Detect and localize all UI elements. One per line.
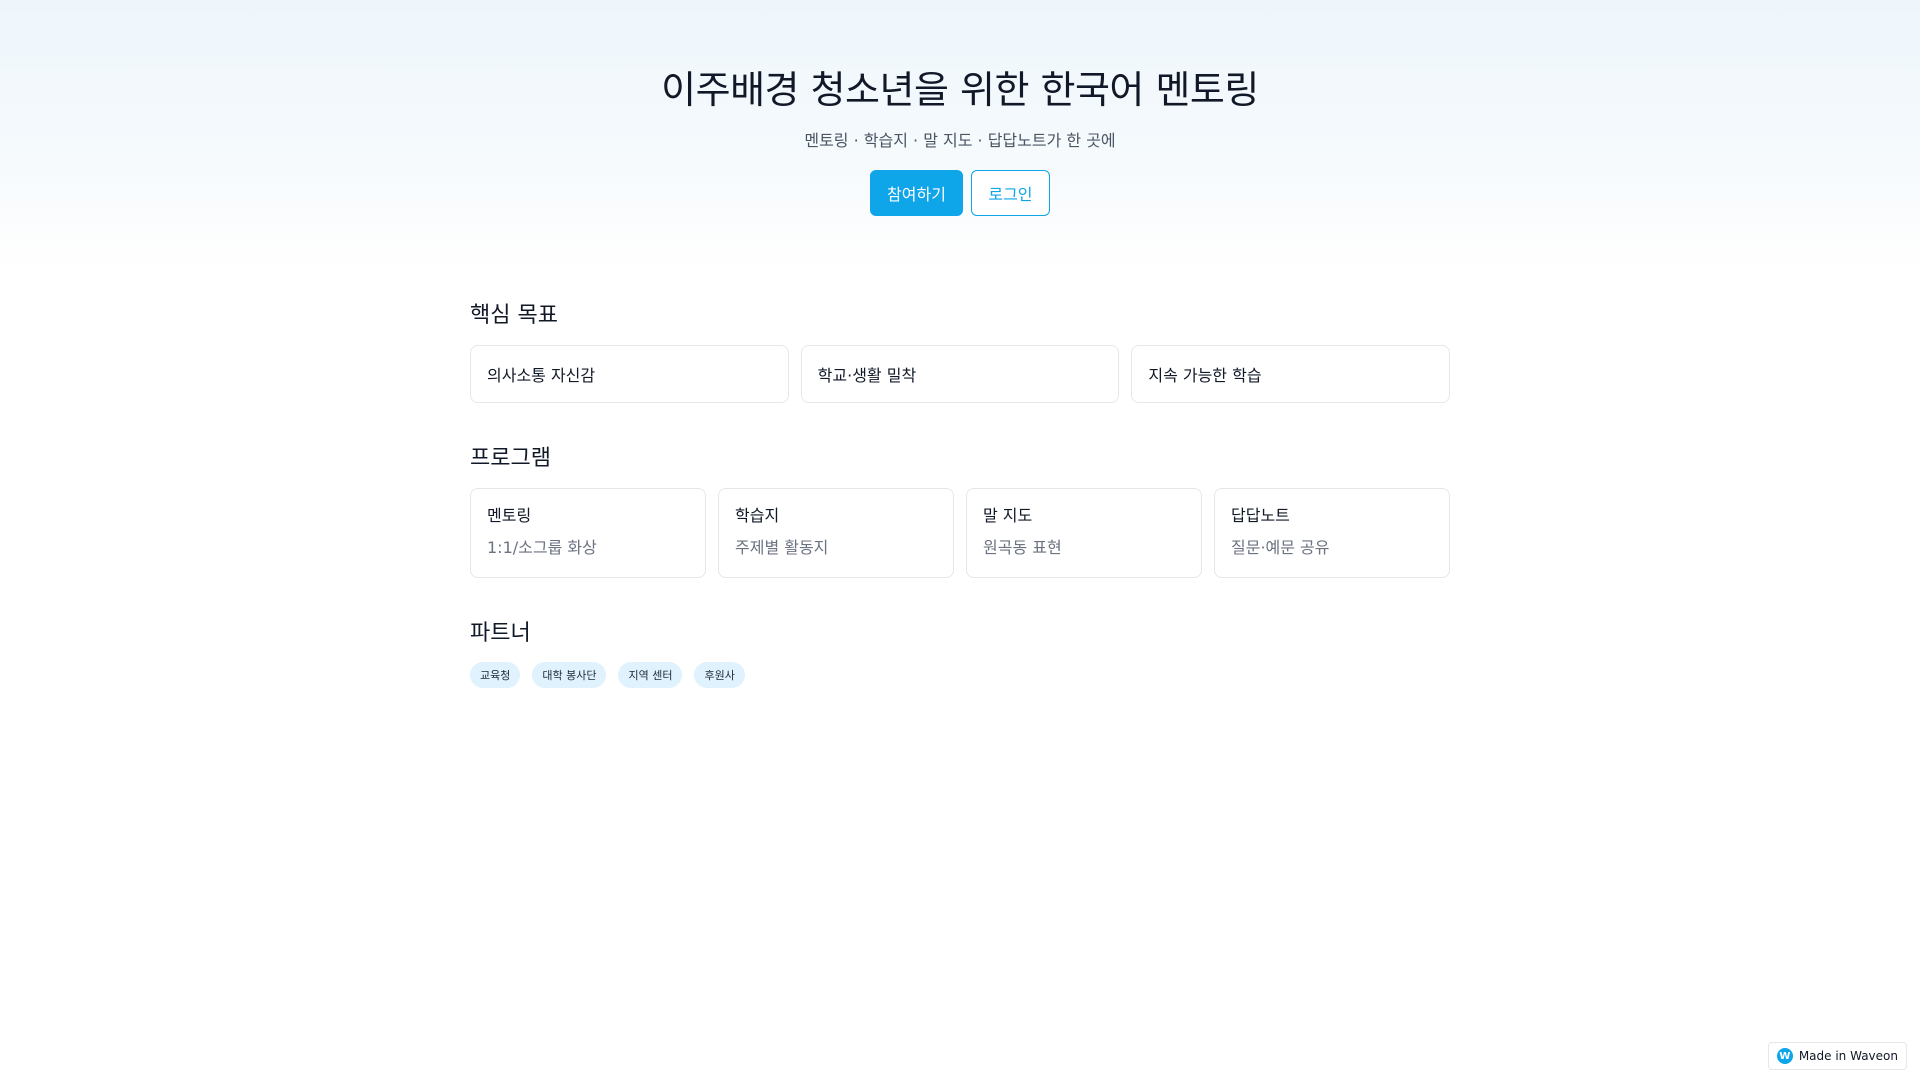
program-card-worksheet[interactable]: 학습지 주제별 활동지: [718, 488, 954, 578]
programs-section: 프로그램 멘토링 1:1/소그룹 화상 학습지 주제별 활동지 말 지도 원곡동…: [470, 443, 1450, 578]
program-card-speech-map[interactable]: 말 지도 원곡동 표현: [966, 488, 1202, 578]
program-desc: 원곡동 표현: [983, 538, 1062, 557]
goal-card: 의사소통 자신감: [470, 345, 789, 403]
program-desc: 주제별 활동지: [735, 538, 829, 557]
page-title: 이주배경 청소년을 위한 한국어 멘토링: [661, 68, 1259, 112]
program-desc: 질문·예문 공유: [1231, 538, 1330, 557]
partners-title: 파트너: [470, 621, 531, 646]
program-card-question-note[interactable]: 답답노트 질문·예문 공유: [1214, 488, 1450, 578]
hero-section: 이주배경 청소년을 위한 한국어 멘토링 멘토링 · 학습지 · 말 지도 · …: [0, 0, 1920, 270]
program-name: 학습지: [735, 506, 780, 525]
goal-card: 학교·생활 밀착: [800, 345, 1120, 403]
goals-title: 핵심 목표: [470, 303, 558, 328]
goals-section: 핵심 목표 의사소통 자신감 학교·생활 밀착 지속 가능한 학습: [470, 300, 1451, 403]
partner-chip: 후원사: [694, 662, 745, 688]
login-button[interactable]: 로그인: [970, 170, 1050, 216]
main-content: 핵심 목표 의사소통 자신감 학교·생활 밀착 지속 가능한 학습 프로그램 멘…: [470, 300, 1451, 688]
page-subtitle: 멘토링 · 학습지 · 말 지도 · 답답노트가 한 곳에: [804, 131, 1116, 150]
made-in-waveon-badge[interactable]: W Made in Waveon: [1767, 1042, 1907, 1070]
goal-card: 지속 가능한 학습: [1131, 345, 1451, 403]
partner-chip: 지역 센터: [618, 662, 683, 688]
goals-list: 의사소통 자신감 학교·생활 밀착 지속 가능한 학습: [470, 345, 1451, 403]
program-name: 말 지도: [983, 506, 1033, 525]
hero-actions: 참여하기 로그인: [870, 170, 1050, 216]
program-name: 멘토링: [487, 506, 532, 525]
program-card-mentoring[interactable]: 멘토링 1:1/소그룹 화상: [470, 488, 706, 578]
partners-list: 교육청 대학 봉사단 지역 센터 후원사: [470, 662, 1450, 688]
waveon-logo-icon: W: [1776, 1048, 1793, 1064]
partner-chip: 대학 봉사단: [532, 662, 607, 688]
program-name: 답답노트: [1231, 506, 1290, 525]
programs-list: 멘토링 1:1/소그룹 화상 학습지 주제별 활동지 말 지도 원곡동 표현 답…: [470, 488, 1450, 578]
partners-section: 파트너 교육청 대학 봉사단 지역 센터 후원사: [470, 618, 1450, 688]
partner-chip: 교육청: [470, 662, 521, 688]
join-button[interactable]: 참여하기: [870, 170, 963, 216]
badge-label: Made in Waveon: [1798, 1049, 1898, 1063]
programs-title: 프로그램: [470, 446, 551, 471]
program-desc: 1:1/소그룹 화상: [487, 538, 597, 557]
